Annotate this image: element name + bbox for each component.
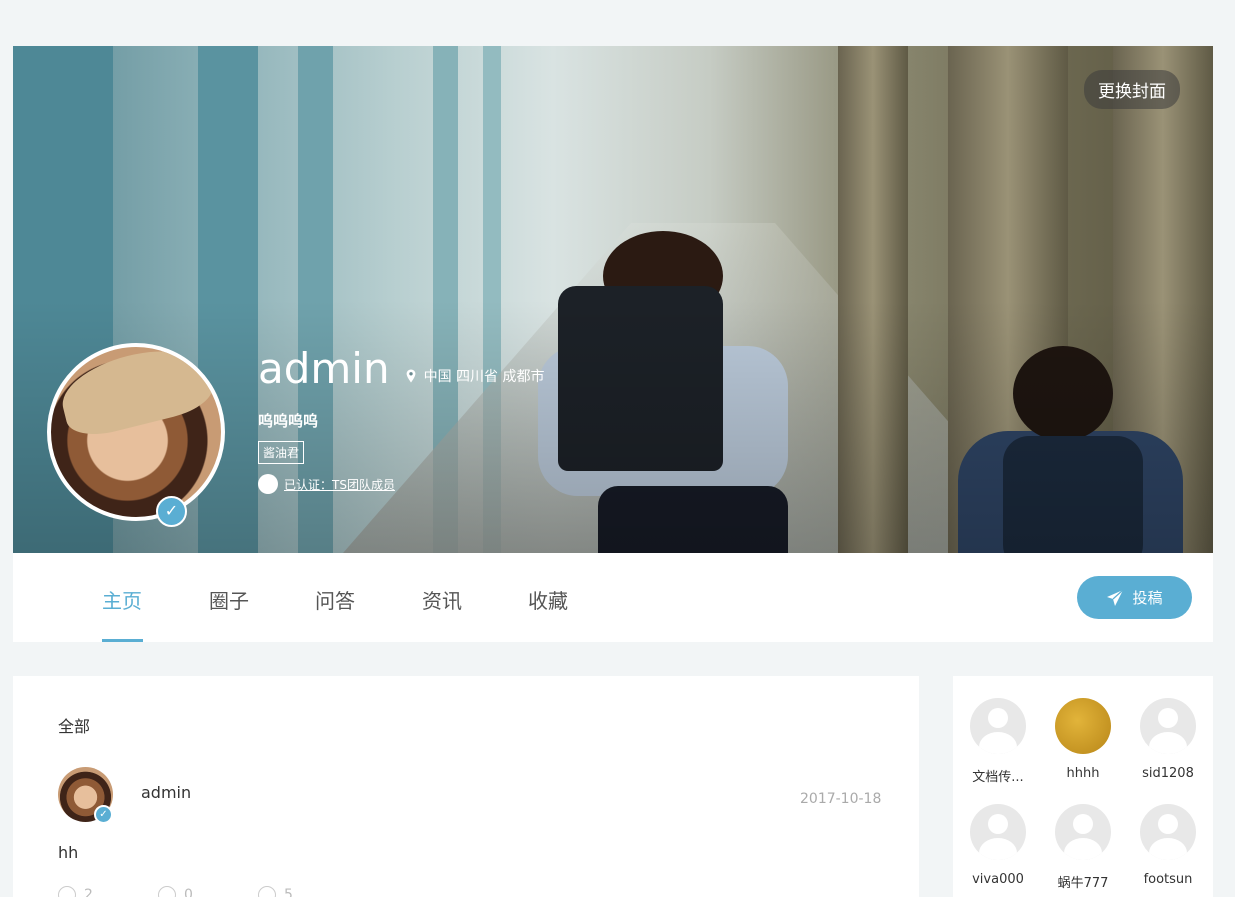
view-count: 5 xyxy=(284,887,293,897)
comment-icon xyxy=(158,886,176,897)
friend-name: 文档传... xyxy=(972,770,1024,785)
view-count-item: 5 xyxy=(258,886,358,897)
default-avatar-icon xyxy=(970,698,1026,754)
comment-button[interactable]: 0 xyxy=(158,886,258,897)
post-verified-badge-icon: ✓ xyxy=(94,805,113,824)
friend-name: viva000 xyxy=(972,872,1024,887)
post-author-name[interactable]: admin xyxy=(141,783,191,802)
certified-info[interactable]: 已认证：TS团队成员 xyxy=(258,474,545,494)
profile-info: admin 中国 四川省 成都市 呜呜呜呜 酱油君 已认证：TS团队成员 xyxy=(258,344,545,494)
cover-image: 更换封面 ✓ admin 中国 四川省 成都市 呜呜呜呜 酱油君 已认证：TS团… xyxy=(13,46,1213,553)
default-avatar-icon xyxy=(1140,804,1196,860)
profile-page: 更换封面 ✓ admin 中国 四川省 成都市 呜呜呜呜 酱油君 已认证：TS团… xyxy=(0,0,1235,897)
submit-post-button[interactable]: 投稿 xyxy=(1077,576,1192,619)
post-date: 2017-10-18 xyxy=(800,791,882,807)
friend-item[interactable]: 蜗牛777 xyxy=(1040,804,1126,891)
verified-badge-icon: ✓ xyxy=(156,496,187,527)
like-button[interactable]: 2 xyxy=(58,886,158,897)
change-cover-button[interactable]: 更换封面 xyxy=(1084,70,1180,109)
friends-panel: 文档传... hhhh sid1208 viva000 蜗牛777 footsu… xyxy=(953,676,1213,897)
friend-name: sid1208 xyxy=(1142,766,1194,781)
friend-name: 蜗牛777 xyxy=(1057,876,1109,891)
default-avatar-icon xyxy=(1055,804,1111,860)
paper-plane-icon xyxy=(1107,589,1124,606)
profile-tab-bar: 主页 圈子 问答 资讯 收藏 投稿 xyxy=(13,553,1213,642)
profile-name: admin xyxy=(258,344,390,393)
tab-favorites[interactable]: 收藏 xyxy=(528,585,568,614)
post-content[interactable]: hh xyxy=(58,843,78,862)
tab-news[interactable]: 资讯 xyxy=(422,585,462,614)
friend-item[interactable]: footsun xyxy=(1125,804,1211,887)
post-actions: 2 0 5 xyxy=(58,886,358,897)
default-avatar-icon xyxy=(970,804,1026,860)
avatar[interactable] xyxy=(47,343,225,521)
profile-name-row: admin 中国 四川省 成都市 xyxy=(258,344,545,394)
certified-text: 已认证：TS团队成员 xyxy=(284,477,395,492)
feed-filter-all[interactable]: 全部 xyxy=(58,713,90,737)
tab-qa[interactable]: 问答 xyxy=(315,585,355,614)
certified-icon xyxy=(258,474,278,494)
eye-icon xyxy=(258,886,276,897)
friend-name: hhhh xyxy=(1066,766,1100,781)
friend-avatar xyxy=(1055,698,1111,754)
active-tab-underline xyxy=(102,639,143,642)
tab-circles[interactable]: 圈子 xyxy=(209,585,249,614)
feed-panel: 全部 ✓ admin 2017-10-18 hh 2 0 5 xyxy=(13,676,919,897)
user-tag: 酱油君 xyxy=(258,441,305,464)
friend-item[interactable]: viva000 xyxy=(955,804,1041,887)
heart-icon xyxy=(58,886,76,897)
friend-item[interactable]: 文档传... xyxy=(955,698,1041,785)
friend-name: footsun xyxy=(1143,872,1193,887)
friend-item[interactable]: sid1208 xyxy=(1125,698,1211,781)
comment-count: 0 xyxy=(184,887,193,897)
like-count: 2 xyxy=(84,887,93,897)
profile-signature: 呜呜呜呜 xyxy=(258,412,319,430)
location: 中国 四川省 成都市 xyxy=(404,366,545,386)
map-pin-icon xyxy=(406,369,416,383)
tab-home[interactable]: 主页 xyxy=(102,585,142,614)
friend-item[interactable]: hhhh xyxy=(1040,698,1126,781)
location-text: 中国 四川省 成都市 xyxy=(423,369,545,385)
submit-post-label: 投稿 xyxy=(1132,589,1163,607)
default-avatar-icon xyxy=(1140,698,1196,754)
